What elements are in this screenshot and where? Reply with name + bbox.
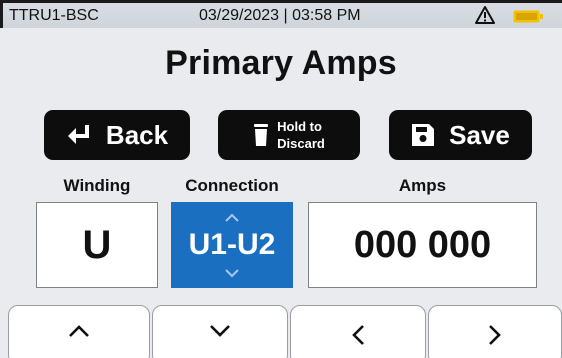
status-bar: TTRU1-BSC 03/29/2023 | 03:58 PM [0,0,562,28]
amps-label: Amps [398,176,447,195]
chevron-right-icon [489,325,501,345]
connection-down-indicator [224,265,240,281]
warning-icon [475,6,495,24]
chevron-down-icon [225,268,239,277]
floppy-disk-icon [412,124,435,146]
nav-left-button[interactable] [290,305,426,358]
nav-up-button[interactable] [8,305,150,358]
connection-up-indicator [224,209,240,225]
hold-to-discard-button[interactable]: Hold to Discard [218,110,360,160]
device-name: TTRU1-BSC [9,7,99,24]
chevron-left-icon [352,325,364,345]
chevron-up-icon [225,213,239,222]
chevron-up-icon [69,325,89,337]
discard-label: Hold to Discard [277,118,325,152]
connection-label: Connection [185,176,279,195]
connection-selector[interactable]: U1-U2 [171,202,293,288]
connection-value: U1-U2 [188,228,276,261]
save-button[interactable]: Save [389,110,532,160]
return-arrow-icon [67,125,89,144]
discard-label-line1: Hold to [277,119,322,134]
nav-right-button[interactable] [428,305,562,358]
back-button-label: Back [105,119,169,150]
device-screen: TTRU1-BSC 03/29/2023 | 03:58 PM Primary … [0,0,562,358]
discard-label-line2: Discard [277,136,325,151]
amps-field[interactable]: 000 000 [308,202,537,288]
battery-icon [513,10,543,23]
datetime: 03/29/2023 | 03:58 PM [199,7,361,24]
amps-value: 000 000 [353,223,492,266]
trash-icon [254,124,269,146]
winding-label: Winding [63,176,131,195]
chevron-down-icon [210,325,230,337]
save-button-label: Save [449,119,510,150]
back-button[interactable]: Back [44,110,190,160]
nav-down-button[interactable] [152,305,288,358]
winding-value: U [82,222,112,267]
page-title: Primary Amps [165,44,397,82]
winding-field[interactable]: U [36,202,158,288]
